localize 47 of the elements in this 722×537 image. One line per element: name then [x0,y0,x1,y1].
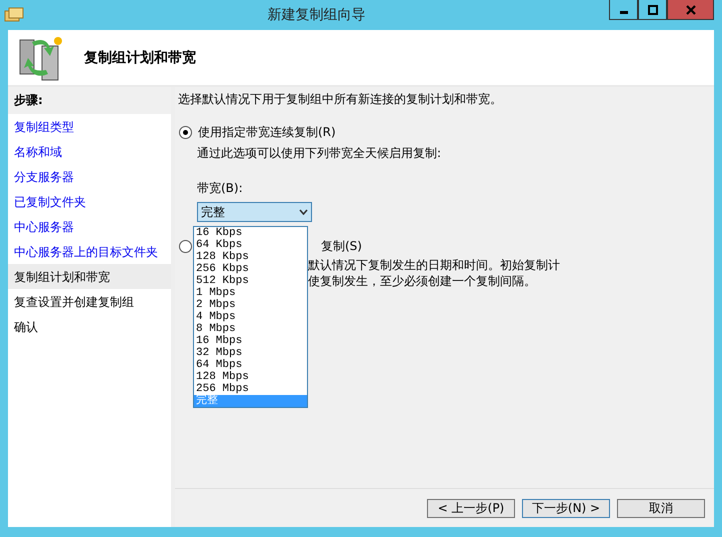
option-description: 使复制发生，至少必须创建一个复制间隔。 [308,275,536,287]
dropdown-option[interactable]: 128 Kbps [194,251,307,263]
dropdown-option[interactable]: 2 Mbps [194,299,307,311]
step-item[interactable]: 分支服务器 [8,164,171,189]
cancel-button[interactable]: 取消 [617,498,705,518]
dropdown-option[interactable]: 16 Mbps [194,335,307,347]
bandwidth-label: 带宽(B): [197,180,244,197]
minimize-icon [620,11,628,14]
dropdown-option[interactable]: 512 Kbps [194,275,307,287]
minimize-button[interactable] [609,0,638,20]
dropdown-option[interactable]: 128 Mbps [194,371,307,383]
dropdown-option[interactable]: 64 Mbps [194,359,307,371]
page-heading: 复制组计划和带宽 [84,48,196,66]
option-description: 通过此选项可以使用下列带宽全天候启用复制: [196,147,442,160]
back-button[interactable]: < 上一步(P) [427,498,515,518]
step-item[interactable]: 复制组计划和带宽 [8,264,171,289]
radio-button[interactable] [179,240,192,253]
option-description: 默认情况下复制发生的日期和时间。初始复制计 [308,259,560,271]
radio-button[interactable] [179,126,192,139]
step-item[interactable]: 确认 [8,314,171,339]
maximize-button[interactable] [638,0,667,20]
step-item[interactable]: 名称和域 [8,139,171,164]
close-icon [686,4,696,14]
dropdown-option[interactable]: 4 Mbps [194,311,307,323]
step-item[interactable]: 复制组类型 [8,114,171,139]
radio-label[interactable]: 使用指定带宽连续复制(R) [198,124,336,141]
dropdown-option[interactable]: 256 Kbps [194,263,307,275]
chevron-icon [299,209,308,215]
dropdown-option[interactable]: 256 Mbps [194,383,307,395]
folder-icon [4,6,24,24]
window-title: 新建复制组向导 [266,6,366,24]
dropdown-option[interactable]: 8 Mbps [194,323,307,335]
step-item[interactable]: 复查设置并创建复制组 [8,289,171,314]
dropdown-option[interactable]: 16 Kbps [194,227,307,239]
radio-label[interactable]: 复制(S) [321,238,362,255]
steps-heading: 步骤: [8,87,171,114]
instruction-text: 选择默认情况下用于复制组中所有新连接的复制计划和带宽。 [177,91,503,108]
maximize-icon [648,4,658,14]
next-button[interactable]: 下一步(N) > [522,498,610,518]
dropdown-option[interactable]: 32 Mbps [194,347,307,359]
step-item[interactable]: 中心服务器 [8,214,171,239]
dropdown-option[interactable]: 64 Kbps [194,239,307,251]
step-item[interactable]: 已复制文件夹 [8,189,171,214]
step-item[interactable]: 中心服务器上的目标文件夹 [8,239,171,264]
dropdown-option[interactable]: 1 Mbps [194,287,307,299]
bandwidth-dropdown[interactable]: 完整 [197,202,312,222]
close-button[interactable] [667,0,714,20]
